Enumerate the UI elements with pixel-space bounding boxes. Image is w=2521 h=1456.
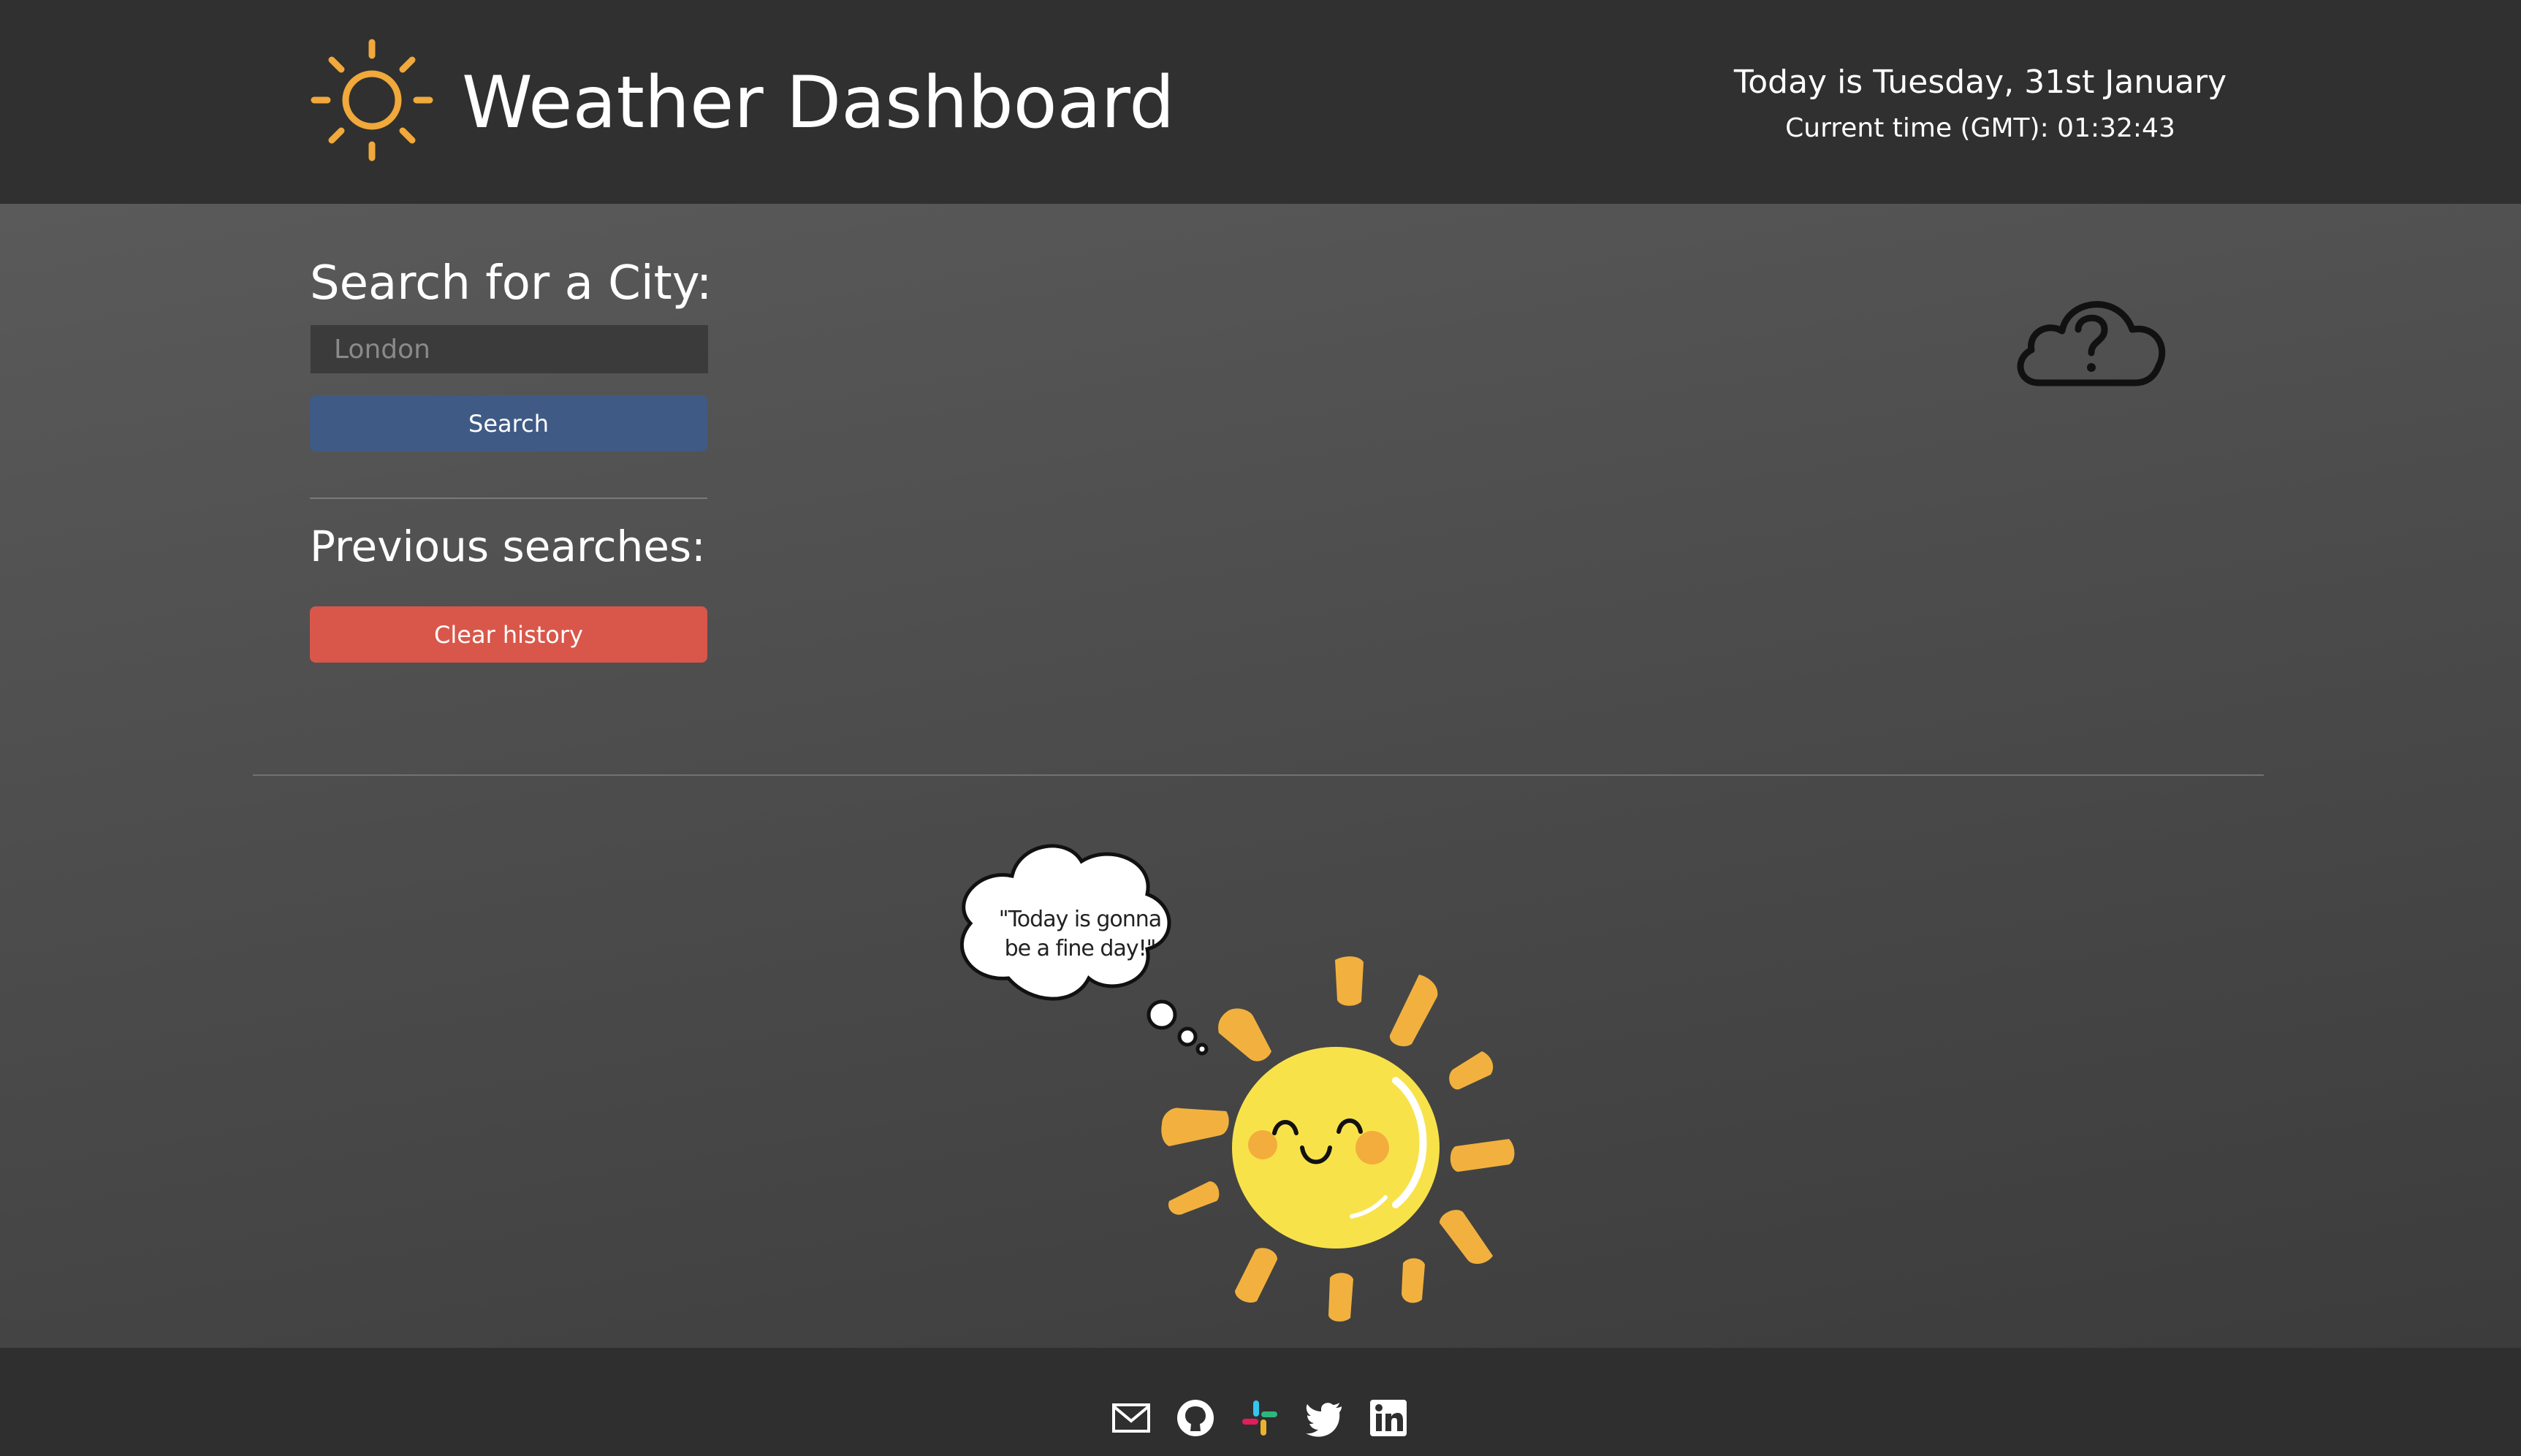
slack-icon[interactable]	[1239, 1398, 1280, 1438]
current-date: Today is Tuesday, 31st January	[1733, 64, 2227, 101]
sun-face	[1232, 1047, 1440, 1249]
content-divider	[253, 774, 2264, 776]
header: Weather Dashboard Today is Tuesday, 31st…	[0, 0, 2521, 204]
search-heading: Search for a City:	[310, 256, 712, 310]
clear-history-button[interactable]: Clear history	[310, 606, 707, 663]
quote-line-1: "Today is gonna	[998, 907, 1162, 932]
mail-icon[interactable]	[1111, 1398, 1152, 1438]
app-title: Weather Dashboard	[462, 61, 1175, 145]
twitter-icon[interactable]	[1304, 1398, 1345, 1438]
sidebar-divider	[310, 498, 707, 499]
linkedin-icon[interactable]	[1368, 1398, 1409, 1438]
search-button[interactable]: Search	[310, 395, 707, 451]
previous-searches-heading: Previous searches:	[310, 522, 706, 571]
github-icon[interactable]	[1175, 1398, 1216, 1438]
quote-line-2: be a fine day!"	[1004, 936, 1157, 961]
cloud-question-icon	[2017, 301, 2166, 386]
footer	[0, 1348, 2521, 1456]
current-time: Current time (GMT): 01:32:43	[1785, 113, 2175, 143]
city-search-input[interactable]	[311, 325, 708, 373]
sun-logo-icon	[311, 39, 433, 161]
date-time-block: Today is Tuesday, 31st January Current t…	[1681, 58, 2280, 150]
thought-bubble-quote: "Today is gonna be a fine day!"	[963, 905, 1197, 964]
